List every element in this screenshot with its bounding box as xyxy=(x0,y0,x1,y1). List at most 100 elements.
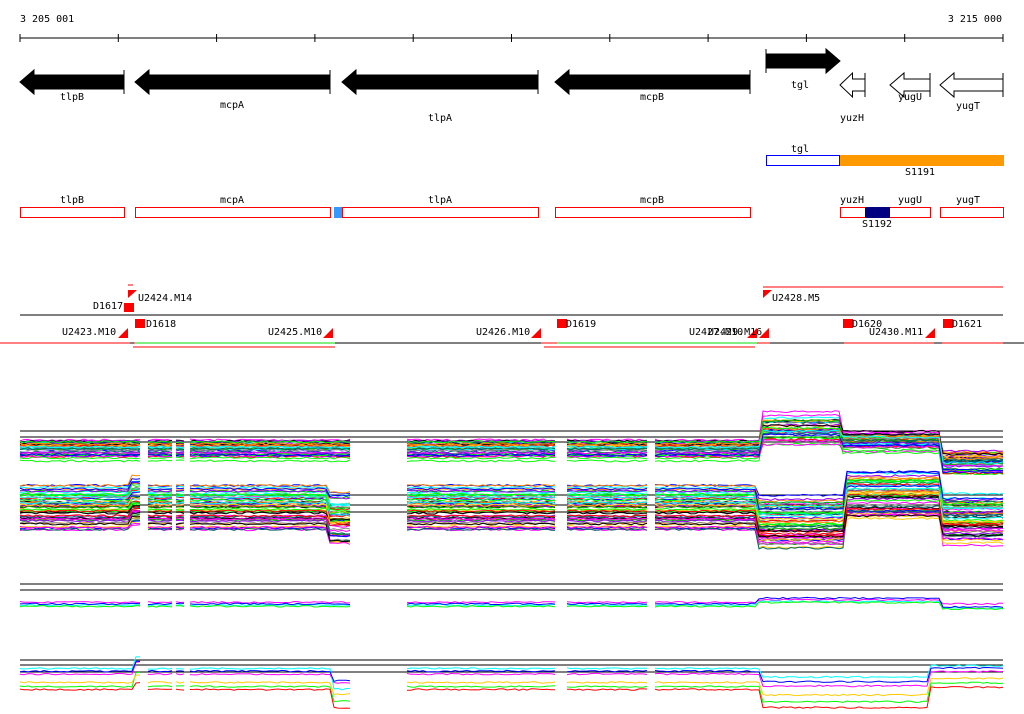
profile-line xyxy=(147,688,173,690)
profile-line xyxy=(406,601,556,604)
feature-flag xyxy=(128,290,137,298)
feature-label[interactable]: U2428.M5 xyxy=(772,293,820,304)
track3-box xyxy=(940,207,1004,218)
profile-line xyxy=(147,456,173,459)
profile-line xyxy=(566,601,648,604)
profile-line xyxy=(189,459,351,463)
profile-line xyxy=(406,603,555,607)
profile-line xyxy=(175,504,185,506)
profile-line xyxy=(175,681,185,684)
profile-line xyxy=(566,681,648,684)
profile-line xyxy=(566,605,648,608)
profile-line xyxy=(19,602,141,606)
gene-arrow-tlpB xyxy=(19,68,125,96)
feature-label[interactable]: U2423.M10 xyxy=(62,327,116,338)
profile-line xyxy=(175,508,185,511)
profile-line xyxy=(175,688,185,691)
track2-segment-bar xyxy=(840,155,1004,166)
gene-arrow-tgl xyxy=(765,47,841,75)
profile-line xyxy=(19,459,141,463)
profile-line xyxy=(406,456,556,460)
gene-arrow-yuzH xyxy=(839,71,866,99)
gene-label-yuzH[interactable]: yuzH xyxy=(840,113,864,124)
profile-line xyxy=(175,670,185,672)
profile-line xyxy=(19,674,140,684)
track3-label: tlpB xyxy=(59,195,85,206)
gene-label-yugT[interactable]: yugT xyxy=(956,101,980,112)
gene-arrow-yugT xyxy=(939,71,1004,99)
profile-line xyxy=(406,681,556,684)
profile-line xyxy=(19,660,141,673)
profile-line xyxy=(175,601,185,604)
track3-label: yuzH xyxy=(839,195,865,206)
feature-flag xyxy=(118,328,128,338)
gene-label-mcpA[interactable]: mcpA xyxy=(220,100,244,111)
feature-label[interactable]: U2425.M10 xyxy=(268,327,322,338)
profile-line xyxy=(189,681,351,696)
profile-line xyxy=(19,601,141,604)
profile-line xyxy=(566,688,648,691)
profile-line xyxy=(189,685,351,703)
profile-line xyxy=(654,681,1004,704)
profile-line xyxy=(189,602,351,606)
profile-line xyxy=(189,600,350,604)
feature-label[interactable]: U2429.M16 xyxy=(708,327,762,338)
profile-line xyxy=(148,667,173,670)
profile-line xyxy=(19,603,141,607)
profile-line xyxy=(147,681,173,684)
feature-label[interactable]: D1619 xyxy=(566,319,596,330)
profile-line xyxy=(406,602,556,606)
profile-line xyxy=(175,456,185,459)
gene-arrow-mcpB xyxy=(554,68,751,96)
feature-label[interactable]: D1617 xyxy=(93,301,123,312)
profile-line xyxy=(406,667,556,670)
feature-block xyxy=(135,319,145,328)
feature-label[interactable]: D1621 xyxy=(952,319,982,330)
profile-line xyxy=(566,672,648,676)
gene-label-tlpA[interactable]: tlpA xyxy=(428,113,452,124)
profile-line xyxy=(147,601,173,604)
profile-line xyxy=(147,459,173,462)
profile-line xyxy=(407,688,556,691)
track3-label: yugT xyxy=(955,195,981,206)
track3-segment-label: S1192 xyxy=(861,219,893,230)
track3-box xyxy=(20,207,125,218)
profile-line xyxy=(189,522,351,542)
profile-line xyxy=(566,602,648,605)
profile-line xyxy=(148,673,173,676)
feature-label[interactable]: U2430.M11 xyxy=(869,327,923,338)
profile-line xyxy=(175,487,185,490)
axis-start-label: 3 205 001 xyxy=(20,14,75,25)
feature-flag xyxy=(531,328,541,338)
track2-tgl-box xyxy=(766,155,840,166)
track3-label: yugU xyxy=(897,195,923,206)
profile-line xyxy=(176,517,185,520)
gene-arrow-tlpA xyxy=(341,68,539,96)
track3-segment xyxy=(865,207,890,218)
track3-label: mcpA xyxy=(219,195,245,206)
profile-line xyxy=(566,685,648,688)
track3-box xyxy=(342,207,539,218)
gene-label-yugU[interactable]: yugU xyxy=(898,92,922,103)
feature-label[interactable]: U2424.M14 xyxy=(138,293,192,304)
feature-flag xyxy=(323,328,333,338)
profile-line xyxy=(147,486,173,489)
profile-line xyxy=(175,673,185,676)
profile-line xyxy=(19,656,141,670)
feature-label[interactable]: U2426.M10 xyxy=(476,327,530,338)
gene-label-tgl[interactable]: tgl xyxy=(791,80,809,91)
profile-line xyxy=(566,667,647,670)
profile-line xyxy=(147,685,173,688)
gene-arrow-mcpA xyxy=(134,68,331,96)
profile-line xyxy=(147,508,173,511)
track3-small-segment xyxy=(334,207,342,218)
track2-tgl-label: tgl xyxy=(790,144,810,155)
feature-label[interactable]: D1618 xyxy=(146,319,176,330)
profile-line xyxy=(654,686,1004,709)
feature-block xyxy=(124,303,134,312)
gene-label-mcpB[interactable]: mcpB xyxy=(640,92,664,103)
profile-line xyxy=(406,685,556,688)
axis-end-label: 3 215 000 xyxy=(947,14,1002,25)
gene-label-tlpB[interactable]: tlpB xyxy=(60,92,84,103)
profile-line xyxy=(147,602,173,606)
